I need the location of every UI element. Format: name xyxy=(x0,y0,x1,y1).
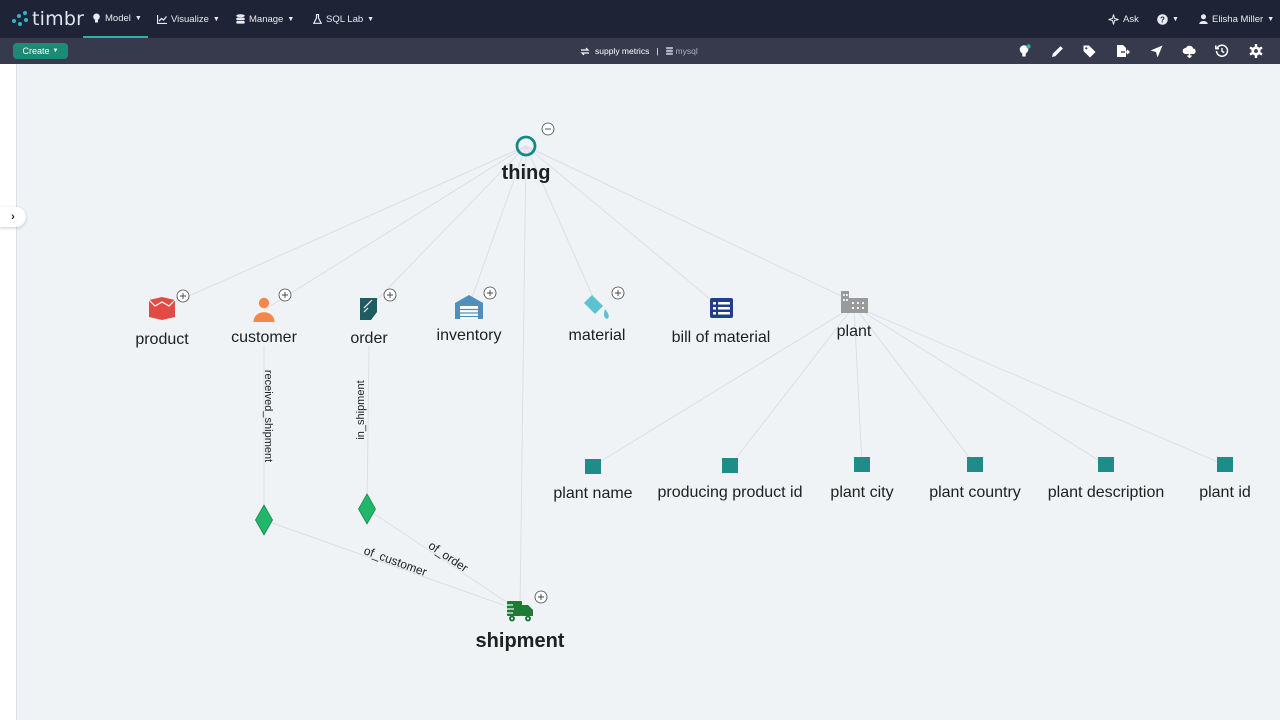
property-node-producing-product-id[interactable]: producing product id xyxy=(658,458,803,501)
property-node-plant-description[interactable]: plant description xyxy=(1048,457,1165,501)
box-icon xyxy=(148,297,176,320)
concept-label: thing xyxy=(502,162,551,184)
property-node-plant-city[interactable]: plant city xyxy=(830,457,894,501)
collapse-icon[interactable] xyxy=(541,122,555,136)
ontology-graph: thing product customer order inventory m… xyxy=(135,122,1251,652)
concept-label: order xyxy=(350,330,388,347)
relation-label-in-shipment: in_shipment xyxy=(355,380,367,439)
concept-node-product[interactable]: product xyxy=(135,297,189,348)
relation-label-received-shipment: received_shipment xyxy=(262,370,274,462)
expand-icon[interactable] xyxy=(383,288,397,302)
property-square-icon xyxy=(967,457,983,472)
property-node-plant-name[interactable]: plant name xyxy=(553,459,633,502)
expand-icon[interactable] xyxy=(176,289,190,303)
property-square-icon xyxy=(585,459,601,474)
expand-icon[interactable] xyxy=(534,590,548,604)
property-square-icon xyxy=(1098,457,1114,472)
concept-label: inventory xyxy=(437,327,502,344)
list-icon xyxy=(710,298,733,318)
relation-label-of-order: of_order xyxy=(426,538,471,575)
expand-icon[interactable] xyxy=(611,286,625,300)
property-node-plant-country[interactable]: plant country xyxy=(929,457,1021,501)
relation-diamond-icon[interactable] xyxy=(358,493,376,525)
concept-label: plant xyxy=(837,323,872,340)
property-label: producing product id xyxy=(658,484,803,501)
property-label: plant country xyxy=(929,484,1021,501)
concept-label: product xyxy=(135,331,189,348)
expand-icon[interactable] xyxy=(483,286,497,300)
property-label: plant city xyxy=(830,484,893,501)
warehouse-icon xyxy=(455,295,483,319)
graph-edges xyxy=(161,145,1226,612)
property-node-plant-id[interactable]: plant id xyxy=(1199,457,1251,501)
truck-icon xyxy=(504,601,533,622)
concept-label: shipment xyxy=(476,630,565,652)
property-label: plant description xyxy=(1048,484,1165,501)
concept-node-shipment[interactable]: shipment xyxy=(476,601,565,652)
concept-node-customer[interactable]: customer xyxy=(231,297,298,346)
concept-label: customer xyxy=(231,329,297,346)
concept-node-material[interactable]: material xyxy=(569,295,626,344)
property-label: plant name xyxy=(553,485,632,502)
order-icon xyxy=(360,298,377,320)
expand-icon[interactable] xyxy=(278,288,292,302)
paint-bucket-icon xyxy=(584,295,609,319)
concept-node-bill-of-material[interactable]: bill of material xyxy=(672,298,771,346)
property-square-icon xyxy=(1217,457,1233,472)
concept-label: bill of material xyxy=(672,329,771,346)
property-square-icon xyxy=(854,457,870,472)
property-label: plant id xyxy=(1199,484,1251,501)
property-square-icon xyxy=(722,458,738,473)
concept-label: material xyxy=(569,327,626,344)
building-icon xyxy=(841,291,868,313)
concept-node-inventory[interactable]: inventory xyxy=(437,295,502,344)
relation-diamond-icon[interactable] xyxy=(255,504,273,536)
relation-label-of-customer: of_customer xyxy=(362,543,429,579)
concept-node-order[interactable]: order xyxy=(350,298,388,347)
